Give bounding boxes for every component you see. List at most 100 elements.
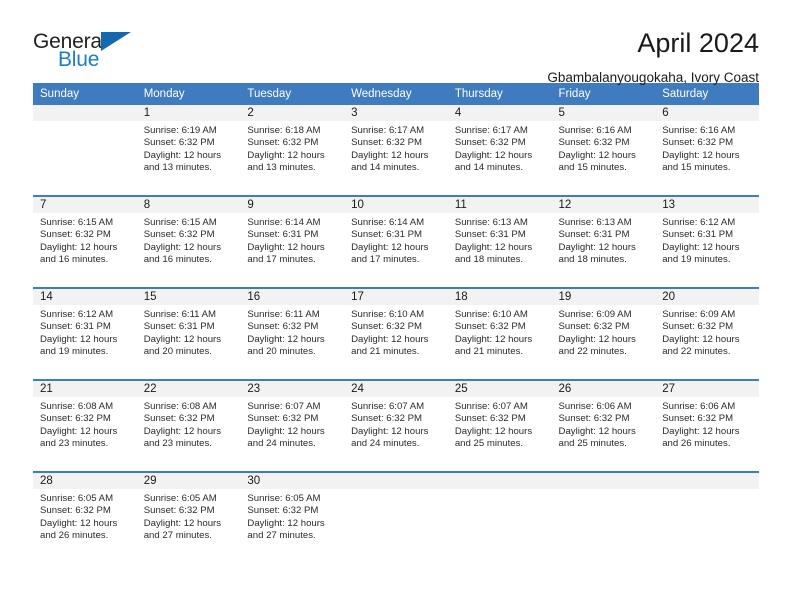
day-number xyxy=(447,473,552,489)
calendar-day-cell[interactable]: 12 Sunrise: 6:13 AM Sunset: 6:31 PM Dayl… xyxy=(551,195,656,288)
sunrise-text: Sunrise: 6:17 AM xyxy=(351,125,425,136)
sunrise-text: Sunrise: 6:05 AM xyxy=(40,493,114,504)
day-details: Sunrise: 6:10 AM Sunset: 6:32 PM Dayligh… xyxy=(448,305,552,358)
calendar-day-cell[interactable] xyxy=(344,471,448,563)
daylight-text: Daylight: 12 hours xyxy=(143,149,222,161)
day-cell-inner: 26 Sunrise: 6:06 AM Sunset: 6:32 PM Dayl… xyxy=(551,381,656,471)
day-details: Sunrise: 6:15 AM Sunset: 6:32 PM Dayligh… xyxy=(33,213,137,266)
sunset-text: Sunset: 6:32 PM xyxy=(558,413,630,425)
daylight-text-cont: and 21 minutes. xyxy=(351,345,420,357)
calendar-day-cell[interactable]: 4 Sunrise: 6:17 AM Sunset: 6:32 PM Dayli… xyxy=(447,105,552,196)
daylight-text: Daylight: 12 hours xyxy=(351,241,429,253)
day-number: 1 xyxy=(136,105,241,121)
calendar-week-row: 7 Sunrise: 6:15 AM Sunset: 6:32 PM Dayli… xyxy=(33,195,759,288)
sunset-text: Sunset: 6:32 PM xyxy=(351,413,423,425)
day-cell-inner: 9 Sunrise: 6:14 AM Sunset: 6:31 PM Dayli… xyxy=(240,197,345,287)
calendar-day-cell[interactable]: 3 Sunrise: 6:17 AM Sunset: 6:32 PM Dayli… xyxy=(344,105,448,196)
sunrise-text: Sunrise: 6:14 AM xyxy=(247,217,321,228)
day-details: Sunrise: 6:10 AM Sunset: 6:32 PM Dayligh… xyxy=(344,305,448,358)
calendar-day-cell[interactable]: 8 Sunrise: 6:15 AM Sunset: 6:32 PM Dayli… xyxy=(136,195,241,288)
calendar-day-cell[interactable]: 1 Sunrise: 6:19 AM Sunset: 6:32 PM Dayli… xyxy=(136,105,241,196)
daylight-text-cont: and 17 minutes. xyxy=(351,253,420,265)
calendar-week-row: 1 Sunrise: 6:19 AM Sunset: 6:32 PM Dayli… xyxy=(33,105,759,196)
calendar-day-cell[interactable]: 23 Sunrise: 6:07 AM Sunset: 6:32 PM Dayl… xyxy=(240,379,345,472)
calendar-day-cell[interactable]: 9 Sunrise: 6:14 AM Sunset: 6:31 PM Dayli… xyxy=(240,195,345,288)
calendar-day-cell[interactable]: 29 Sunrise: 6:05 AM Sunset: 6:32 PM Dayl… xyxy=(136,471,241,563)
daylight-text-cont: and 26 minutes. xyxy=(40,529,109,541)
day-number: 7 xyxy=(33,197,137,213)
daylight-text: Daylight: 12 hours xyxy=(662,425,740,437)
sunset-text: Sunset: 6:32 PM xyxy=(40,229,111,241)
daylight-text-cont: and 26 minutes. xyxy=(662,437,731,449)
calendar-head: Sunday Monday Tuesday Wednesday Thursday… xyxy=(33,83,759,105)
day-details xyxy=(344,489,448,493)
day-number: 3 xyxy=(344,105,448,121)
day-cell-inner: 23 Sunrise: 6:07 AM Sunset: 6:32 PM Dayl… xyxy=(240,381,345,471)
sunset-text: Sunset: 6:32 PM xyxy=(143,137,215,149)
calendar-day-cell[interactable]: 5 Sunrise: 6:16 AM Sunset: 6:32 PM Dayli… xyxy=(551,105,656,196)
daylight-text: Daylight: 12 hours xyxy=(558,149,636,161)
calendar-day-cell[interactable]: 28 Sunrise: 6:05 AM Sunset: 6:32 PM Dayl… xyxy=(33,471,137,563)
calendar-day-cell[interactable]: 10 Sunrise: 6:14 AM Sunset: 6:31 PM Dayl… xyxy=(344,195,448,288)
calendar-day-cell[interactable]: 20 Sunrise: 6:09 AM Sunset: 6:32 PM Dayl… xyxy=(655,287,759,380)
sunset-text: Sunset: 6:32 PM xyxy=(40,413,111,425)
sunset-text: Sunset: 6:32 PM xyxy=(143,413,215,425)
sunset-text: Sunset: 6:32 PM xyxy=(662,137,734,149)
general-blue-logo[interactable]: General Blue xyxy=(33,28,143,74)
day-cell-inner: 25 Sunrise: 6:07 AM Sunset: 6:32 PM Dayl… xyxy=(447,381,552,471)
logo-text-blue: Blue xyxy=(58,48,100,71)
page-header: General Blue April 2024 Gbambalanyougoka… xyxy=(33,0,759,86)
calendar-day-cell[interactable]: 17 Sunrise: 6:10 AM Sunset: 6:32 PM Dayl… xyxy=(344,287,448,380)
day-details: Sunrise: 6:17 AM Sunset: 6:32 PM Dayligh… xyxy=(448,121,552,174)
sunset-text: Sunset: 6:31 PM xyxy=(143,321,215,333)
calendar-day-cell[interactable]: 18 Sunrise: 6:10 AM Sunset: 6:32 PM Dayl… xyxy=(447,287,552,380)
day-number: 4 xyxy=(447,105,552,121)
day-details: Sunrise: 6:05 AM Sunset: 6:32 PM Dayligh… xyxy=(33,489,137,542)
calendar-day-cell[interactable] xyxy=(447,471,552,563)
calendar-day-cell[interactable]: 22 Sunrise: 6:08 AM Sunset: 6:32 PM Dayl… xyxy=(136,379,241,472)
calendar-day-cell[interactable]: 27 Sunrise: 6:06 AM Sunset: 6:32 PM Dayl… xyxy=(655,379,759,472)
daylight-text: Daylight: 12 hours xyxy=(40,241,118,253)
day-number: 18 xyxy=(447,289,552,305)
daylight-text-cont: and 20 minutes. xyxy=(143,345,212,357)
calendar-day-cell[interactable] xyxy=(33,105,137,196)
day-number: 23 xyxy=(240,381,345,397)
calendar-day-cell[interactable] xyxy=(551,471,656,563)
day-cell-inner: 27 Sunrise: 6:06 AM Sunset: 6:32 PM Dayl… xyxy=(655,381,759,471)
calendar-day-cell[interactable]: 16 Sunrise: 6:11 AM Sunset: 6:32 PM Dayl… xyxy=(240,287,345,380)
daylight-text-cont: and 27 minutes. xyxy=(247,529,316,541)
weekday-header-sunday: Sunday xyxy=(33,83,137,105)
day-cell-inner: 3 Sunrise: 6:17 AM Sunset: 6:32 PM Dayli… xyxy=(344,105,448,195)
daylight-text-cont: and 23 minutes. xyxy=(143,437,212,449)
calendar-day-cell[interactable]: 24 Sunrise: 6:07 AM Sunset: 6:32 PM Dayl… xyxy=(344,379,448,472)
calendar-day-cell[interactable]: 14 Sunrise: 6:12 AM Sunset: 6:31 PM Dayl… xyxy=(33,287,137,380)
calendar-day-cell[interactable]: 13 Sunrise: 6:12 AM Sunset: 6:31 PM Dayl… xyxy=(655,195,759,288)
calendar-day-cell[interactable]: 30 Sunrise: 6:05 AM Sunset: 6:32 PM Dayl… xyxy=(240,471,345,563)
daylight-text: Daylight: 12 hours xyxy=(247,241,325,253)
sunset-text: Sunset: 6:31 PM xyxy=(558,229,630,241)
sunrise-text: Sunrise: 6:11 AM xyxy=(247,309,320,320)
day-number xyxy=(551,473,656,489)
daylight-text: Daylight: 12 hours xyxy=(454,333,533,345)
daylight-text: Daylight: 12 hours xyxy=(247,333,325,345)
day-cell-inner: 17 Sunrise: 6:10 AM Sunset: 6:32 PM Dayl… xyxy=(344,289,448,379)
day-number: 15 xyxy=(136,289,241,305)
daylight-text: Daylight: 12 hours xyxy=(247,425,325,437)
day-number: 21 xyxy=(33,381,137,397)
day-cell-inner: 7 Sunrise: 6:15 AM Sunset: 6:32 PM Dayli… xyxy=(33,197,137,287)
daylight-text-cont: and 19 minutes. xyxy=(662,253,731,265)
day-details xyxy=(552,489,656,493)
calendar-day-cell[interactable]: 21 Sunrise: 6:08 AM Sunset: 6:32 PM Dayl… xyxy=(33,379,137,472)
calendar-day-cell[interactable]: 15 Sunrise: 6:11 AM Sunset: 6:31 PM Dayl… xyxy=(136,287,241,380)
calendar-day-cell[interactable]: 6 Sunrise: 6:16 AM Sunset: 6:32 PM Dayli… xyxy=(655,105,759,196)
calendar-day-cell[interactable]: 25 Sunrise: 6:07 AM Sunset: 6:32 PM Dayl… xyxy=(447,379,552,472)
calendar-day-cell[interactable]: 7 Sunrise: 6:15 AM Sunset: 6:32 PM Dayli… xyxy=(33,195,137,288)
calendar-day-cell[interactable]: 26 Sunrise: 6:06 AM Sunset: 6:32 PM Dayl… xyxy=(551,379,656,472)
sunrise-text: Sunrise: 6:12 AM xyxy=(40,309,114,320)
daylight-text-cont: and 19 minutes. xyxy=(40,345,109,357)
calendar-day-cell[interactable] xyxy=(655,471,759,563)
calendar-day-cell[interactable]: 19 Sunrise: 6:09 AM Sunset: 6:32 PM Dayl… xyxy=(551,287,656,380)
calendar-day-cell[interactable]: 11 Sunrise: 6:13 AM Sunset: 6:31 PM Dayl… xyxy=(447,195,552,288)
calendar-day-cell[interactable]: 2 Sunrise: 6:18 AM Sunset: 6:32 PM Dayli… xyxy=(240,105,345,196)
sunset-text: Sunset: 6:32 PM xyxy=(351,321,423,333)
